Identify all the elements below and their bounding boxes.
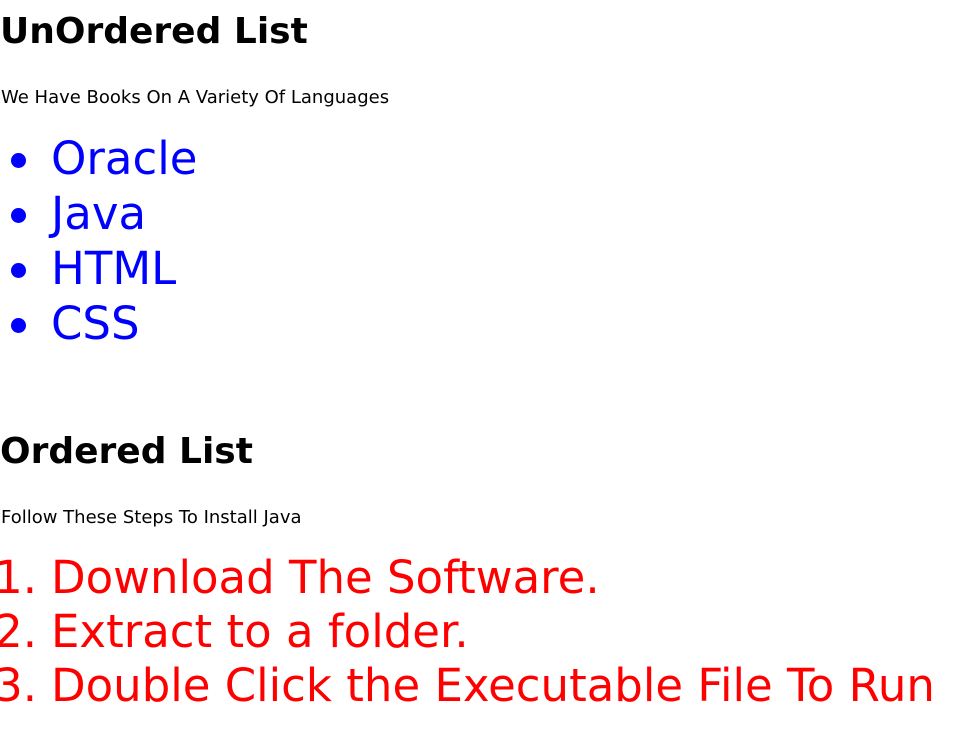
bullet-icon	[11, 208, 26, 223]
step-text: Download The Software.	[51, 551, 600, 604]
step-number: 1.	[0, 551, 37, 604]
unordered-list-heading: UnOrdered List	[0, 11, 308, 52]
books-description: We Have Books On A Variety Of Languages	[1, 87, 390, 108]
bullet-icon	[11, 153, 26, 168]
bullet-icon	[11, 318, 26, 333]
install-steps-description: Follow These Steps To Install Java	[1, 507, 302, 528]
step-number: 3.	[0, 659, 37, 712]
list-item-text: Java	[51, 187, 147, 240]
ordered-list-heading: Ordered List	[0, 431, 253, 472]
step-text: Double Click the Executable File To Run	[51, 659, 935, 712]
step-number: 2.	[0, 605, 37, 658]
list-item-text: CSS	[51, 297, 140, 350]
list-item-text: Oracle	[51, 132, 198, 185]
list-item-text: HTML	[51, 242, 177, 295]
bullet-icon	[11, 263, 26, 278]
step-text: Extract to a folder.	[51, 605, 469, 658]
